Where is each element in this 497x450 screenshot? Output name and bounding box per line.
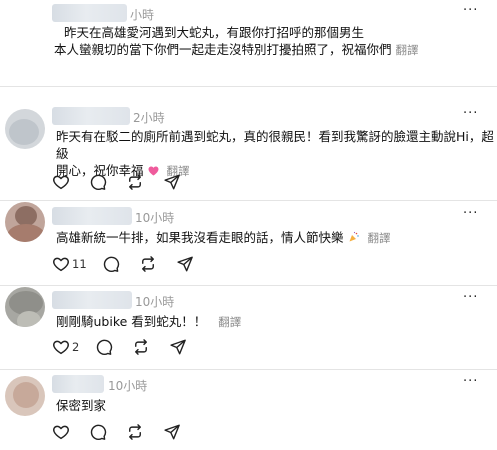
send-icon — [163, 423, 181, 441]
share-button[interactable] — [163, 173, 183, 193]
more-icon[interactable]: ··· — [463, 290, 478, 305]
heart-icon — [52, 423, 70, 441]
more-icon[interactable]: ··· — [463, 374, 478, 389]
more-icon[interactable]: ··· — [463, 206, 478, 221]
repost-icon — [126, 423, 144, 441]
comment-line-text: 高雄新統一牛排，如果我沒看走眼的話，情人節快樂 — [56, 230, 344, 245]
comment-line-text: 本人蠻親切的當下你們一起走走沒特別打擾拍照了，祝福你們 — [54, 42, 392, 57]
comment-line: 開心，祝你幸福 翻譯 — [56, 162, 496, 180]
reply-button[interactable] — [102, 255, 122, 275]
reply-button[interactable] — [95, 338, 115, 358]
username-blurred[interactable] — [52, 107, 130, 125]
timestamp: 10小時 — [135, 211, 175, 225]
like-count: 11 — [72, 257, 87, 271]
share-button[interactable] — [169, 338, 189, 358]
comment-text: 高雄新統一牛排，如果我沒看走眼的話，情人節快樂 翻譯 — [56, 229, 496, 247]
comment-bubble-icon — [89, 423, 107, 441]
avatar-blur-shape — [9, 119, 39, 145]
username-blurred[interactable] — [52, 4, 127, 22]
comment-line-text: 保密到家 — [56, 398, 107, 413]
like-button[interactable] — [52, 423, 72, 443]
more-icon[interactable]: ··· — [463, 106, 478, 121]
party-popper-emoji-icon — [349, 231, 359, 242]
reply-button[interactable] — [89, 173, 109, 193]
comment-bubble-icon — [89, 173, 107, 191]
send-icon — [176, 255, 194, 273]
like-button[interactable]: 11 — [52, 255, 87, 275]
repost-button[interactable] — [139, 255, 159, 275]
comment-line: 昨天有在駁二的廁所前遇到蛇丸，真的很親民！看到我驚訝的臉還主動說Hi，超級 — [56, 129, 494, 161]
more-icon[interactable]: ··· — [463, 3, 478, 18]
comment-bubble-icon — [102, 255, 120, 273]
avatar-blur-shape — [17, 311, 41, 327]
translate-link[interactable]: 翻譯 — [396, 43, 419, 57]
repost-button[interactable] — [132, 338, 152, 358]
send-icon — [169, 338, 187, 356]
comment-line: 本人蠻親切的當下你們一起走走沒特別打擾拍照了，祝福你們 翻譯 — [54, 41, 461, 59]
heart-icon — [52, 338, 70, 356]
avatar[interactable] — [5, 202, 45, 242]
comment-line-text: 剛剛騎ubike 看到蛇丸！！ — [56, 314, 207, 329]
comment-item: 10小時 ··· 剛剛騎ubike 看到蛇丸！！ 翻譯 2 — [0, 286, 497, 369]
share-button[interactable] — [176, 255, 196, 275]
comment-item: 10小時 ··· 高雄新統一牛排，如果我沒看走眼的話，情人節快樂 翻譯 11 — [0, 201, 497, 285]
avatar[interactable] — [5, 376, 45, 416]
timestamp: 10小時 — [108, 379, 148, 393]
comment-text: 昨天有在駁二的廁所前遇到蛇丸，真的很親民！看到我驚訝的臉還主動說Hi，超級 開心… — [56, 128, 496, 180]
comment-text: 保密到家 — [56, 397, 461, 414]
comment-item: 2小時 ··· 昨天有在駁二的廁所前遇到蛇丸，真的很親民！看到我驚訝的臉還主動說… — [0, 87, 497, 200]
avatar[interactable] — [5, 287, 45, 327]
comment-item: 10小時 ··· 保密到家 — [0, 370, 497, 450]
comment-line: 昨天在高雄愛河遇到大蛇丸，有跟你打招呼的那個男生 — [64, 25, 365, 40]
timestamp: 10小時 — [135, 295, 175, 309]
translate-link[interactable]: 翻譯 — [367, 231, 390, 245]
comment-bubble-icon — [95, 338, 113, 356]
username-blurred[interactable] — [52, 291, 132, 309]
share-button[interactable] — [163, 423, 183, 443]
comment-item: 小時 ··· 昨天在高雄愛河遇到大蛇丸，有跟你打招呼的那個男生 本人蠻親切的當下… — [0, 0, 497, 86]
timestamp: 2小時 — [133, 111, 165, 125]
like-button[interactable]: 2 — [52, 338, 82, 358]
like-button[interactable] — [52, 173, 72, 193]
repost-button[interactable] — [126, 173, 146, 193]
repost-icon — [126, 173, 144, 191]
repost-icon — [132, 338, 150, 356]
username-blurred[interactable] — [52, 375, 104, 393]
avatar-blur-shape — [13, 382, 39, 408]
comment-text: 剛剛騎ubike 看到蛇丸！！ 翻譯 — [56, 313, 461, 331]
like-count: 2 — [72, 340, 80, 354]
comment-text: 昨天在高雄愛河遇到大蛇丸，有跟你打招呼的那個男生 本人蠻親切的當下你們一起走走沒… — [54, 24, 461, 59]
reply-button[interactable] — [89, 423, 109, 443]
avatar-blur-shape — [7, 224, 45, 242]
pink-heart-emoji-icon — [148, 166, 158, 176]
repost-button[interactable] — [126, 423, 146, 443]
translate-link[interactable]: 翻譯 — [218, 315, 241, 329]
repost-icon — [139, 255, 157, 273]
avatar[interactable] — [5, 109, 45, 149]
timestamp: 小時 — [130, 8, 155, 22]
username-blurred[interactable] — [52, 207, 132, 225]
heart-icon — [52, 255, 70, 273]
heart-icon — [52, 173, 70, 191]
avatar-blur-shape — [15, 206, 37, 226]
send-icon — [163, 173, 181, 191]
